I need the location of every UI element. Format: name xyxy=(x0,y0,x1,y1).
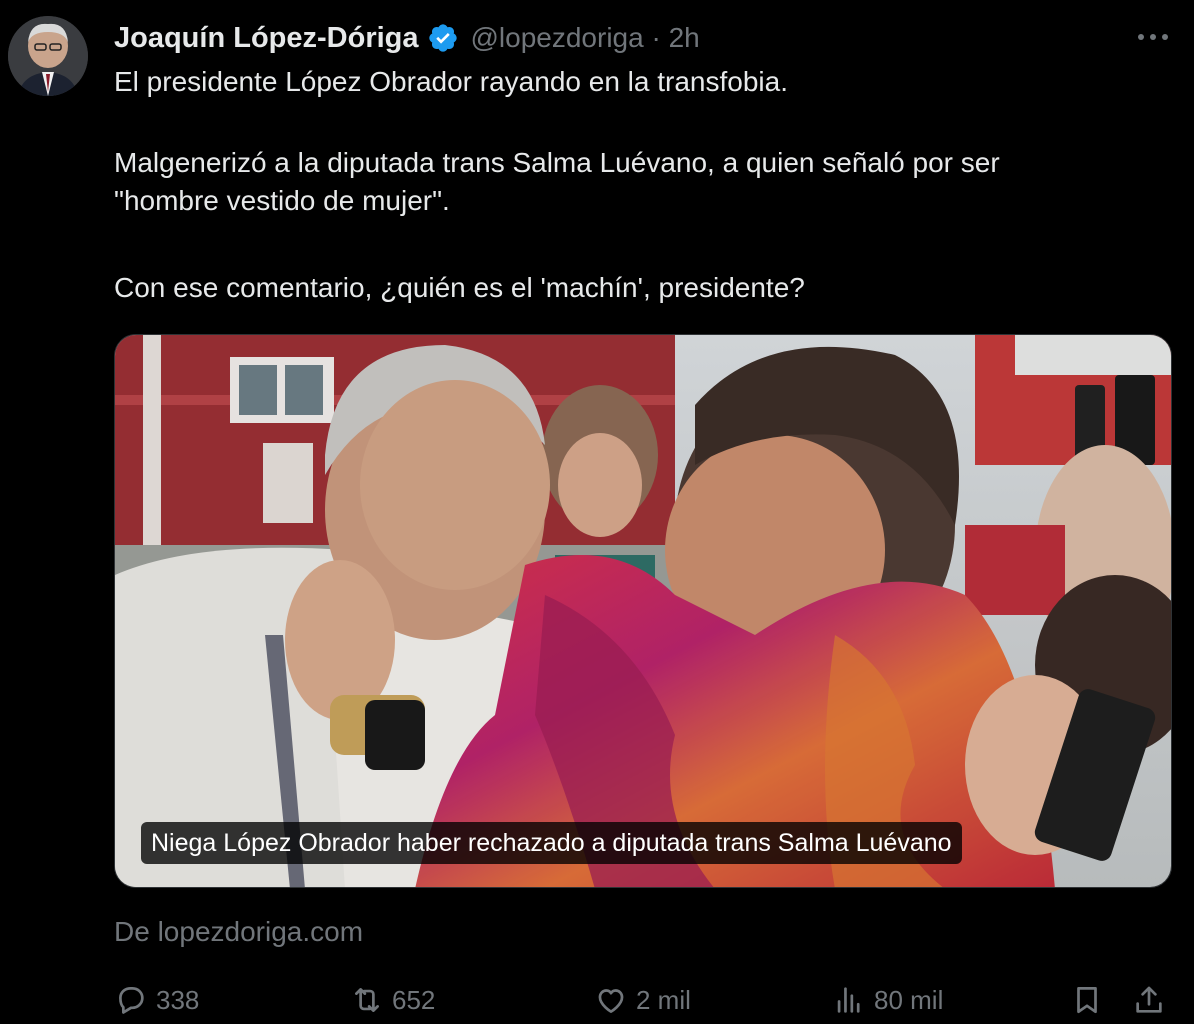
like-count: 2 mil xyxy=(636,984,691,1015)
tweet-text-paragraph-3: Con ese comentario, ¿quién es el 'machín… xyxy=(114,272,805,303)
view-count: 80 mil xyxy=(874,984,944,1015)
video-caption: Niega López Obrador haber rechazado a di… xyxy=(141,822,962,864)
action-bar: 338 652 2 mil 80 mil xyxy=(114,980,1174,1020)
bookmark-icon xyxy=(1077,987,1097,1014)
repost-icon xyxy=(355,988,379,1012)
reply-icon xyxy=(119,987,144,1014)
share-icon xyxy=(1136,986,1162,1013)
bookmark-button[interactable] xyxy=(1070,980,1104,1020)
repost-count: 652 xyxy=(392,984,436,1015)
more-icon[interactable] xyxy=(1136,22,1170,52)
tweet: Joaquín López-Dóriga @lopezdoriga · 2h E… xyxy=(0,0,1194,1024)
like-button[interactable]: 2 mil xyxy=(594,980,691,1020)
video-frame xyxy=(115,335,1171,887)
avatar-image xyxy=(8,16,88,96)
verified-badge-icon xyxy=(427,22,459,54)
share-button[interactable] xyxy=(1132,980,1166,1020)
repost-button[interactable]: 652 xyxy=(350,980,435,1020)
author-name[interactable]: Joaquín López-Dóriga xyxy=(114,22,419,55)
video-media[interactable]: Niega López Obrador haber rechazado a di… xyxy=(114,334,1172,888)
avatar[interactable] xyxy=(8,16,88,96)
author-handle-time[interactable]: @lopezdoriga · 2h xyxy=(471,22,700,54)
source-link[interactable]: De lopezdoriga.com xyxy=(114,916,363,948)
reply-count: 338 xyxy=(156,984,200,1015)
reply-button[interactable]: 338 xyxy=(114,980,199,1020)
tweet-text-line: "hombre vestido de mujer". xyxy=(114,185,450,216)
tweet-text-paragraph-2: Malgenerizó a la diputada trans Salma Lu… xyxy=(114,144,1164,220)
views-button[interactable]: 80 mil xyxy=(832,980,943,1020)
tweet-text-line: Malgenerizó a la diputada trans Salma Lu… xyxy=(114,147,1000,178)
views-icon xyxy=(837,987,860,1013)
heart-icon xyxy=(598,989,624,1013)
tweet-header: Joaquín López-Dóriga @lopezdoriga · 2h xyxy=(114,18,700,58)
tweet-text-paragraph-1: El presidente López Obrador rayando en l… xyxy=(114,66,788,97)
